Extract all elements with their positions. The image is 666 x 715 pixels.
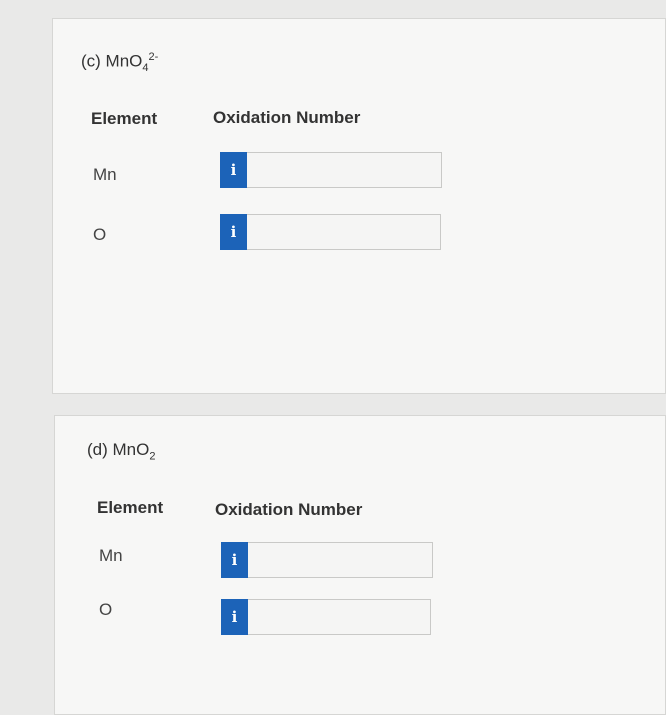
element-label-mn: Mn [93,165,117,184]
element-column-header: Element [97,498,164,517]
answer-row-o: i [220,214,441,250]
oxidation-number-input-o[interactable] [248,599,431,635]
answer-row-mn: i [220,152,442,188]
part-d-title: (d) MnO2 [87,440,155,462]
info-icon[interactable]: i [220,152,247,188]
element-label-mn: Mn [99,546,123,565]
element-label-o: O [99,600,113,619]
part-c-formula-text: (c) MnO [81,51,143,71]
part-d-formula-subscript: 2 [149,450,156,463]
question-panel-c: (c) MnO42- Element Oxidation Number Mn i… [52,18,666,394]
answer-row-o: i [221,599,431,635]
part-d-formula-text: (d) MnO [87,440,150,459]
info-icon[interactable]: i [221,599,248,635]
element-label-o: O [93,225,107,244]
part-c-formula-superscript: 2- [148,51,159,63]
oxidation-number-input-mn[interactable] [248,542,433,578]
answer-row-mn: i [221,542,433,578]
question-panel-d: (d) MnO2 Element Oxidation Number Mn i O… [54,415,666,715]
oxidation-number-column-header: Oxidation Number [213,108,361,127]
info-icon[interactable]: i [221,542,248,578]
oxidation-number-input-o[interactable] [247,214,441,250]
oxidation-number-input-mn[interactable] [247,152,442,188]
element-column-header: Element [91,109,158,128]
oxidation-number-column-header: Oxidation Number [215,500,363,519]
part-c-formula-subscript: 4 [142,62,149,75]
part-c-title: (c) MnO42- [81,51,158,74]
info-icon[interactable]: i [220,214,247,250]
